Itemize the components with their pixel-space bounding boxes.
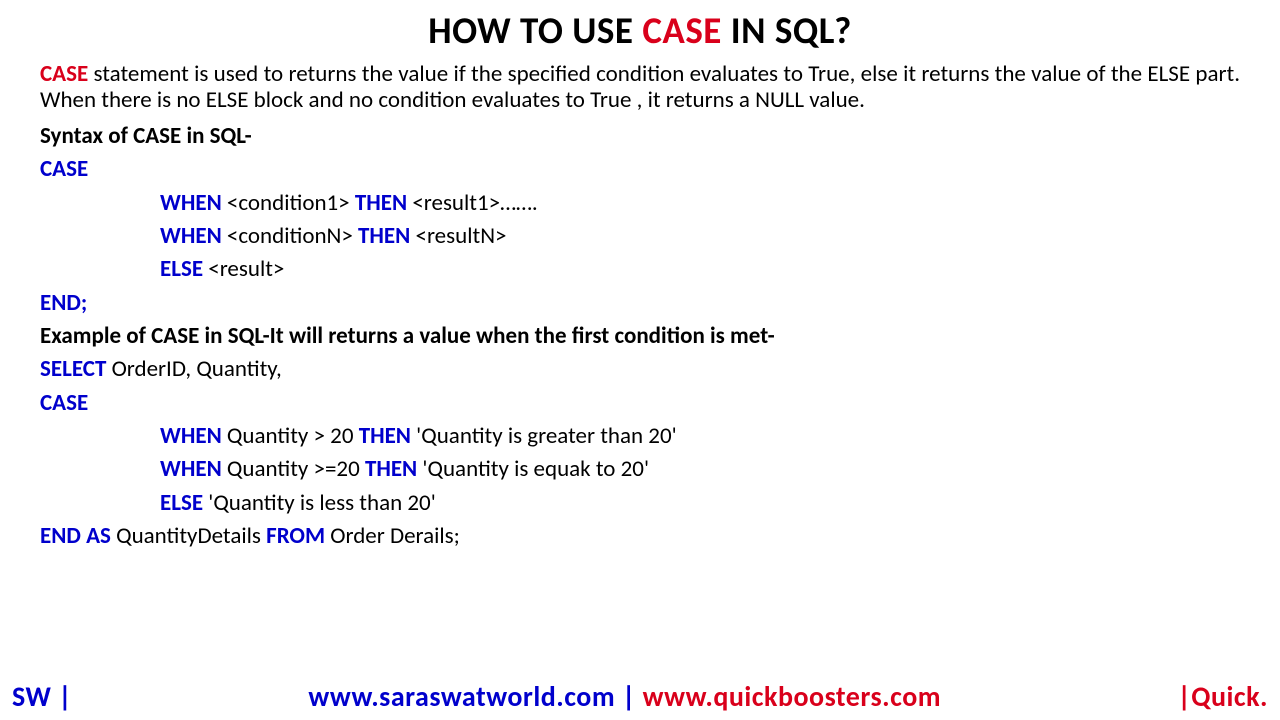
syntax-heading: Syntax of CASE in SQL- xyxy=(40,120,1240,153)
footer-center: www.saraswatworld.com | www.quickbooster… xyxy=(72,679,1177,714)
footer-right: |Quick. xyxy=(1177,679,1268,714)
then-keyword: THEN xyxy=(365,455,417,483)
select-keyword: SELECT xyxy=(40,355,106,383)
example-when-line-1: WHEN Quantity > 20 THEN 'Quantity is gre… xyxy=(40,420,1240,453)
when-keyword: WHEN xyxy=(160,222,222,250)
title-post: IN SQL? xyxy=(722,8,852,53)
example-else-line: ELSE 'Quantity is less than 20' xyxy=(40,487,1240,520)
select-columns: OrderID, Quantity, xyxy=(106,355,281,383)
then-keyword: THEN xyxy=(359,422,411,450)
description-paragraph: CASE statement is used to returns the va… xyxy=(40,61,1240,114)
syntax-case: CASE xyxy=(40,153,1240,186)
when-keyword: WHEN xyxy=(160,189,222,217)
footer-url-1: www.saraswatworld.com xyxy=(308,679,615,714)
condition-placeholder: <conditionN> xyxy=(222,222,358,250)
footer-url-2: www.quickboosters.com xyxy=(643,679,941,714)
example-case: CASE xyxy=(40,387,1240,420)
condition-placeholder: <condition1> xyxy=(222,189,355,217)
page-title: HOW TO USE CASE IN SQL? xyxy=(40,8,1240,53)
alias-name: QuantityDetails xyxy=(111,522,266,550)
description-text: statement is used to returns the value i… xyxy=(40,60,1240,114)
document-body: HOW TO USE CASE IN SQL? CASE statement i… xyxy=(0,0,1280,553)
when-keyword: WHEN xyxy=(160,422,222,450)
then-keyword: THEN xyxy=(355,189,407,217)
syntax-end: END; xyxy=(40,287,1240,320)
then-keyword: THEN xyxy=(358,222,410,250)
footer-separator: | xyxy=(615,679,642,714)
result-placeholder: <result> xyxy=(203,255,284,283)
syntax-when-line-n: WHEN <conditionN> THEN <resultN> xyxy=(40,220,1240,253)
case-keyword: CASE xyxy=(40,60,88,88)
end-as-keyword: END AS xyxy=(40,522,111,550)
syntax-else-line: ELSE <result> xyxy=(40,253,1240,286)
result-placeholder: <result1>……. xyxy=(407,189,538,217)
title-pre: HOW TO USE xyxy=(428,8,642,53)
then-result: 'Quantity is equak to 20' xyxy=(417,455,649,483)
footer-bar: SW | www.saraswatworld.com | www.quickbo… xyxy=(0,679,1280,714)
title-keyword: CASE xyxy=(642,8,722,53)
when-condition: Quantity > 20 xyxy=(222,422,359,450)
footer-left: SW | xyxy=(12,679,72,714)
example-select-line: SELECT OrderID, Quantity, xyxy=(40,353,1240,386)
example-when-line-2: WHEN Quantity >=20 THEN 'Quantity is equ… xyxy=(40,453,1240,486)
from-keyword: FROM xyxy=(266,522,325,550)
example-end-line: END AS QuantityDetails FROM Order Derail… xyxy=(40,520,1240,553)
else-keyword: ELSE xyxy=(160,255,203,283)
else-keyword: ELSE xyxy=(160,489,203,517)
example-heading: Example of CASE in SQL-It will returns a… xyxy=(40,320,1240,353)
when-condition: Quantity >=20 xyxy=(222,455,365,483)
when-keyword: WHEN xyxy=(160,455,222,483)
result-placeholder: <resultN> xyxy=(410,222,506,250)
table-name: Order Derails; xyxy=(325,522,460,550)
syntax-when-line-1: WHEN <condition1> THEN <result1>……. xyxy=(40,187,1240,220)
else-result: 'Quantity is less than 20' xyxy=(203,489,436,517)
then-result: 'Quantity is greater than 20' xyxy=(411,422,677,450)
